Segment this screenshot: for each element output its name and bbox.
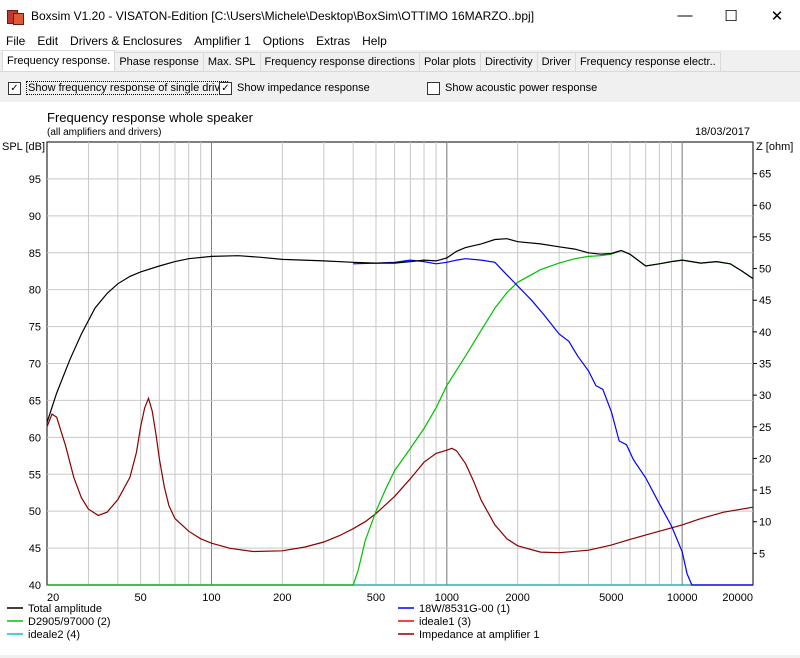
legend-label: ideale2 (4) <box>28 629 80 641</box>
legend-label: 18W/8531G-00 (1) <box>419 603 510 615</box>
y2-tick-label: 40 <box>759 327 771 339</box>
menu-amplifier-1[interactable]: Amplifier 1 <box>188 34 257 48</box>
y-tick-label: 65 <box>29 395 41 407</box>
x-tick-label: 5000 <box>599 592 623 604</box>
window-controls: — ☐ ✕ <box>662 0 800 31</box>
chart-subtitle: (all amplifiers and drivers) <box>47 127 161 138</box>
y2-tick-label: 45 <box>759 295 771 307</box>
y-tick-label: 85 <box>29 248 41 260</box>
chart-legend: Total amplitudeD2905/97000 (2)ideale2 (4… <box>7 603 539 641</box>
y2-tick-label: 15 <box>759 485 771 497</box>
menu-file[interactable]: File <box>0 34 31 48</box>
x-tick-label: 10000 <box>667 592 698 604</box>
option-single-drive[interactable]: ✓ Show frequency response of single driv… <box>8 81 229 95</box>
chart-title: Frequency response whole speaker <box>47 110 254 125</box>
y2-tick-label: 60 <box>759 200 771 212</box>
tab-phase-response[interactable]: Phase response <box>114 52 204 71</box>
x-tick-label: 20000 <box>722 592 753 604</box>
title-bar: Boxsim V1.20 - VISATON-Edition [C:\Users… <box>0 0 800 31</box>
menu-help[interactable]: Help <box>356 34 393 48</box>
menu-bar: File Edit Drivers & Enclosures Amplifier… <box>0 31 800 50</box>
y2-tick-label: 50 <box>759 264 771 276</box>
single-drive-label: Show frequency response of single drive <box>26 81 229 95</box>
y-tick-label: 75 <box>29 322 41 334</box>
y2-tick-label: 30 <box>759 390 771 402</box>
option-impedance[interactable]: ✓ Show impedance response <box>219 81 370 95</box>
y-tick-label: 40 <box>29 580 41 592</box>
y-tick-label: 60 <box>29 432 41 444</box>
y2-tick-label: 5 <box>759 548 765 560</box>
legend-label: Total amplitude <box>28 603 102 615</box>
minimize-button[interactable]: — <box>662 0 708 31</box>
tab-frequency-response[interactable]: Frequency response. <box>2 50 116 71</box>
y2-tick-label: 55 <box>759 232 771 244</box>
x-tick-label: 200 <box>273 592 291 604</box>
acoustic-power-checkbox[interactable] <box>427 81 440 95</box>
y2-tick-label: 25 <box>759 422 771 434</box>
legend-label: D2905/97000 (2) <box>28 616 111 628</box>
tab-frequency-response-electrical[interactable]: Frequency response electr.. <box>574 52 721 71</box>
menu-extras[interactable]: Extras <box>310 34 356 48</box>
x-tick-label: 100 <box>202 592 220 604</box>
menu-drivers-enclosures[interactable]: Drivers & Enclosures <box>64 34 188 48</box>
chart-grid <box>46 141 754 586</box>
legend-label: ideale1 (3) <box>419 616 471 628</box>
options-bar: ✓ Show frequency response of single driv… <box>0 77 800 99</box>
close-button[interactable]: ✕ <box>754 0 800 31</box>
tab-driver[interactable]: Driver <box>536 52 576 71</box>
boxsim-app-icon[interactable] <box>7 8 24 25</box>
y-tick-label: 55 <box>29 469 41 481</box>
y2-axis-label: Z [ohm] <box>756 141 793 153</box>
y2-tick-label: 35 <box>759 359 771 371</box>
y2-tick-label: 65 <box>759 169 771 181</box>
menu-edit[interactable]: Edit <box>31 34 64 48</box>
impedance-checkbox[interactable]: ✓ <box>219 81 232 95</box>
y-tick-label: 80 <box>29 285 41 297</box>
chart-date: 18/03/2017 <box>695 126 750 138</box>
y-axis-label: SPL [dB] <box>2 141 45 153</box>
window-title: Boxsim V1.20 - VISATON-Edition [C:\Users… <box>31 8 535 23</box>
y2-tick-label: 10 <box>759 517 771 529</box>
acoustic-power-label: Show acoustic power response <box>445 82 598 94</box>
chart-area: Frequency response whole speaker (all am… <box>0 102 800 655</box>
x-tick-label: 500 <box>367 592 385 604</box>
single-drive-checkbox[interactable]: ✓ <box>8 81 21 95</box>
tab-directivity[interactable]: Directivity <box>479 52 538 71</box>
y-tick-label: 70 <box>29 359 41 371</box>
maximize-button[interactable]: ☐ <box>708 0 754 31</box>
y-tick-label: 50 <box>29 506 41 518</box>
tab-frequency-response-directions[interactable]: Frequency response directions <box>259 52 420 71</box>
y-tick-label: 95 <box>29 174 41 186</box>
legend-label: Impedance at amplifier 1 <box>419 629 539 641</box>
menu-options[interactable]: Options <box>257 34 310 48</box>
frequency-response-chart: Frequency response whole speaker (all am… <box>2 110 793 641</box>
y2-tick-label: 20 <box>759 453 771 465</box>
tab-bar: Frequency response. Phase response Max. … <box>0 50 800 72</box>
y-tick-label: 90 <box>29 211 41 223</box>
tab-max-spl[interactable]: Max. SPL <box>202 52 261 71</box>
option-acoustic-power[interactable]: Show acoustic power response <box>427 81 598 95</box>
x-tick-label: 50 <box>135 592 147 604</box>
y-tick-label: 45 <box>29 543 41 555</box>
impedance-label: Show impedance response <box>237 82 370 94</box>
tab-polar-plots[interactable]: Polar plots <box>418 52 481 71</box>
